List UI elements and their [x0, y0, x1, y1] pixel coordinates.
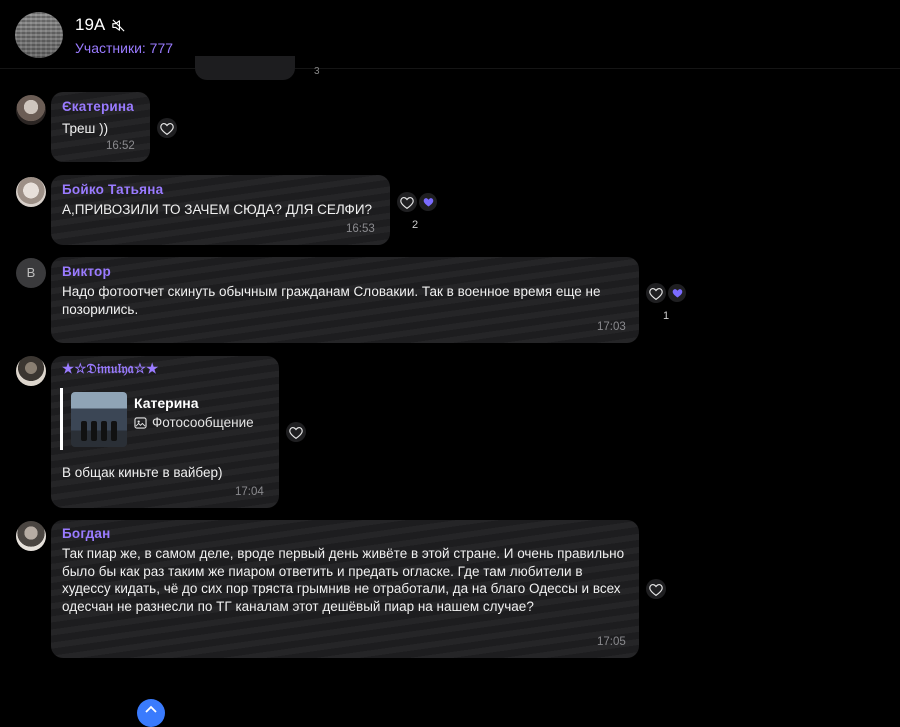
sender-name[interactable]: Виктор: [62, 264, 111, 279]
avatar[interactable]: [16, 521, 46, 551]
reply-type-label: Фотосообщение: [152, 415, 254, 430]
reaction-count: 1: [663, 310, 670, 322]
sender-name[interactable]: ★☆𝔇𝔦𝔪𝔲𝔩𝔶𝔞☆★: [62, 361, 158, 377]
avatar[interactable]: [16, 95, 46, 125]
message-text: В общак киньте в вайбер): [62, 465, 223, 480]
message-time: 17:03: [597, 321, 626, 333]
message-bubble[interactable]: Бойко Татьяна А,ПРИВОЗИЛИ ТО ЗАЧЕМ СЮДА?…: [51, 175, 390, 245]
reply-type: Фотосообщение: [134, 415, 254, 430]
heart-filled-icon: [672, 289, 682, 298]
scroll-up-button[interactable]: [137, 699, 165, 727]
sender-name[interactable]: Єкатерина: [62, 99, 134, 114]
like-button[interactable]: [157, 118, 177, 138]
speaker-muted-icon: [111, 18, 126, 33]
chevron-up-icon: [145, 705, 157, 713]
photo-thumbnail: [71, 392, 127, 447]
message-text: Надо фотоотчет скинуть обычным гражданам…: [62, 284, 601, 317]
reply-preview[interactable]: Катерина Фотосообщение: [60, 388, 273, 450]
avatar[interactable]: [16, 177, 46, 207]
previous-message-bubble: [195, 56, 295, 80]
avatar[interactable]: [16, 356, 46, 386]
heart-outline-icon: [649, 287, 663, 300]
message-text: Так пиар же, в самом деле, вроде первый …: [62, 546, 625, 614]
avatar[interactable]: В: [16, 258, 46, 288]
reaction-badge[interactable]: [419, 193, 437, 211]
message-time: 17:05: [597, 636, 626, 648]
reaction-badge[interactable]: [668, 284, 686, 302]
members-count[interactable]: Участники: 777: [75, 40, 173, 56]
like-button[interactable]: [397, 192, 417, 212]
message-text: Треш )): [62, 121, 109, 136]
avatar-letter: В: [26, 265, 36, 280]
group-avatar[interactable]: [15, 12, 63, 58]
previous-reaction-count: 3: [314, 66, 320, 77]
like-button[interactable]: [646, 579, 666, 599]
sender-name[interactable]: Бойко Татьяна: [62, 182, 163, 197]
chat-header: 19A Участники: 777: [0, 0, 900, 69]
sender-name[interactable]: Богдан: [62, 526, 111, 541]
message-time: 16:52: [106, 140, 135, 152]
like-button[interactable]: [286, 422, 306, 442]
chat-title-row[interactable]: 19A: [75, 15, 126, 35]
message-text: А,ПРИВОЗИЛИ ТО ЗАЧЕМ СЮДА? ДЛЯ СЕЛФИ?: [62, 202, 373, 217]
heart-outline-icon: [400, 196, 414, 209]
reaction-count: 2: [412, 219, 419, 231]
chat-title: 19A: [75, 15, 106, 34]
message-time: 16:53: [346, 223, 375, 235]
heart-filled-icon: [423, 198, 433, 207]
message-bubble[interactable]: Виктор Надо фотоотчет скинуть обычным гр…: [51, 257, 639, 343]
like-button[interactable]: [646, 283, 666, 303]
message-time: 17:04: [235, 486, 264, 498]
heart-outline-icon: [289, 426, 303, 439]
photo-icon: [134, 416, 147, 429]
heart-outline-icon: [649, 583, 663, 596]
message-bubble[interactable]: Богдан Так пиар же, в самом деле, вроде …: [51, 520, 639, 658]
reply-author: Катерина: [134, 395, 199, 411]
message-bubble[interactable]: Єкатерина Треш )) 16:52: [51, 92, 150, 162]
heart-outline-icon: [160, 122, 174, 135]
message-bubble[interactable]: ★☆𝔇𝔦𝔪𝔲𝔩𝔶𝔞☆★ Катерина Фотосообщение В общ…: [51, 356, 279, 508]
